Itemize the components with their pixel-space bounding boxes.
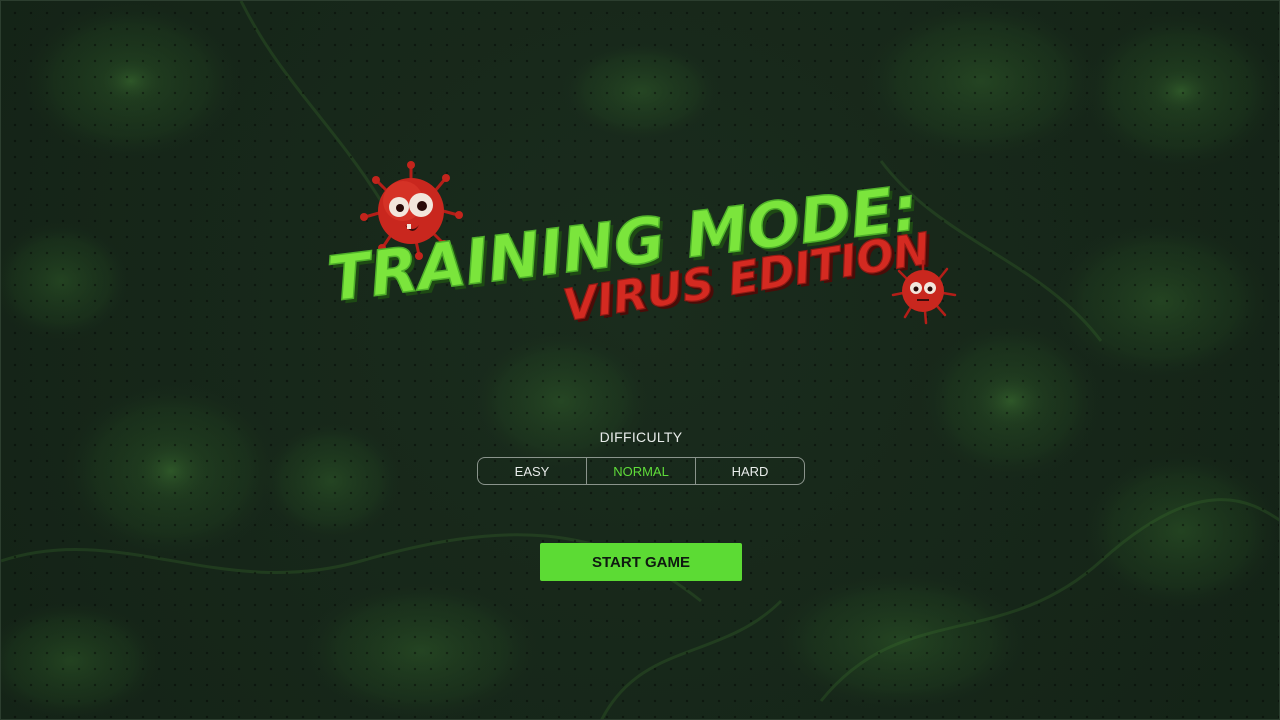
difficulty-option-easy[interactable]: EASY bbox=[478, 458, 587, 484]
difficulty-selector: EASY NORMAL HARD bbox=[477, 457, 805, 485]
difficulty-option-hard[interactable]: HARD bbox=[696, 458, 804, 484]
game-screen: TRAINING MODE: TRAINING MODE: VIRUS EDIT… bbox=[0, 0, 1280, 720]
game-logo: TRAINING MODE: TRAINING MODE: VIRUS EDIT… bbox=[301, 151, 981, 341]
start-game-button[interactable]: START GAME bbox=[540, 543, 742, 581]
dot-grid-overlay bbox=[1, 1, 1279, 719]
difficulty-option-normal[interactable]: NORMAL bbox=[587, 458, 696, 484]
difficulty-label: DIFFICULTY bbox=[599, 429, 683, 445]
